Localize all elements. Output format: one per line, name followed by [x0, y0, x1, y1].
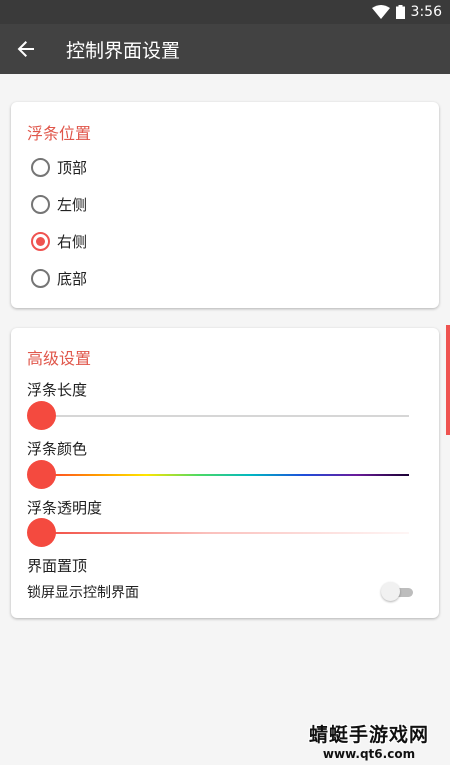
slider-thumb[interactable]: [27, 401, 56, 430]
radio-button[interactable]: [31, 157, 50, 177]
advanced-settings-title: 高级设置: [27, 349, 92, 368]
status-time: 3:56: [410, 4, 442, 20]
lockscreen-toggle[interactable]: [381, 581, 415, 603]
radio-label: 左侧: [57, 195, 88, 214]
back-button[interactable]: [0, 24, 52, 74]
slider-thumb[interactable]: [27, 518, 56, 547]
arrow-back-icon: [17, 41, 34, 57]
radio-button[interactable]: [31, 268, 50, 288]
radio-option-top[interactable]: 顶部: [31, 153, 87, 181]
advanced-settings-card: 高级设置 浮条长度 浮条颜色 浮条透明度 界面置顶 锁屏显示控制界面: [11, 328, 439, 618]
radio-label: 右侧: [57, 232, 88, 251]
slider-thumb[interactable]: [27, 460, 56, 489]
watermark: 蜻蜓手游戏网 www.qt6.com: [304, 720, 434, 761]
float-position-card: 浮条位置 顶部 左侧 右侧 底部: [11, 102, 439, 308]
float-color-slider[interactable]: [27, 460, 409, 490]
app-bar: 控制界面设置: [0, 24, 450, 74]
lockscreen-label: 锁屏显示控制界面: [27, 585, 139, 601]
float-length-slider[interactable]: [27, 401, 409, 431]
toggle-thumb[interactable]: [381, 582, 400, 601]
watermark-text: 蜻蜓手游戏网: [308, 724, 429, 746]
slider-track: [41, 415, 409, 417]
radio-option-left[interactable]: 左侧: [31, 190, 87, 218]
scroll-indicator[interactable]: [446, 325, 450, 435]
radio-button-checked[interactable]: [31, 231, 50, 251]
float-position-title: 浮条位置: [27, 124, 92, 143]
float-length-label: 浮条长度: [27, 381, 88, 399]
slider-track-rainbow: [41, 474, 409, 476]
pin-top-label[interactable]: 界面置顶: [27, 555, 87, 576]
page-title: 控制界面设置: [66, 39, 181, 62]
watermark-url: www.qt6.com: [322, 747, 416, 761]
radio-option-right[interactable]: 右侧: [31, 227, 87, 255]
radio-label: 底部: [57, 269, 88, 288]
battery-icon: [395, 5, 405, 19]
float-color-label: 浮条颜色: [27, 440, 88, 458]
radio-label: 顶部: [57, 158, 88, 177]
radio-button[interactable]: [31, 194, 50, 214]
slider-track-fade: [41, 532, 409, 534]
status-bar: 3:56: [0, 0, 450, 24]
float-opacity-label: 浮条透明度: [27, 499, 103, 517]
float-opacity-slider[interactable]: [27, 518, 409, 548]
wifi-icon: [371, 5, 390, 19]
radio-option-bottom[interactable]: 底部: [31, 264, 87, 292]
